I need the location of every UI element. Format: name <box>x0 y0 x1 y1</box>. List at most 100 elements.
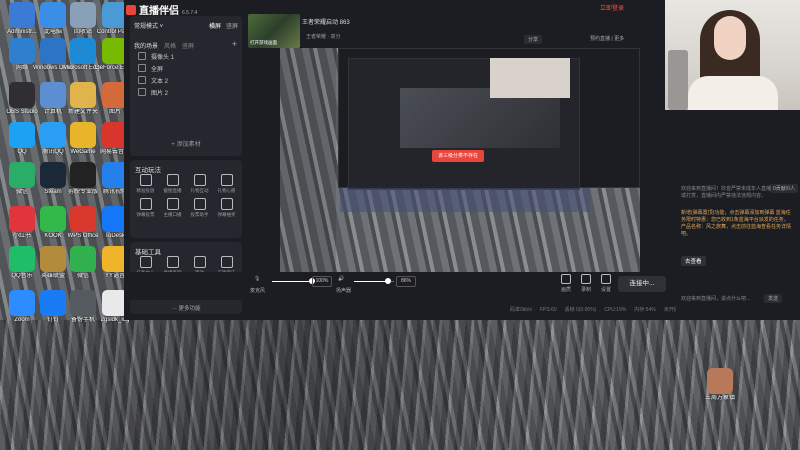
error-toast: 该三级分类不存在 <box>432 150 484 162</box>
tool-item[interactable]: 弹幕投票 <box>132 198 159 218</box>
tool-item[interactable]: 主播口播 <box>159 198 186 218</box>
left-panel: 常规模式 ˅ 横屏 竖屏 我的场景 风格 竖屏 + 摄像头 1 全屏 文本 2 图片 … <box>130 14 242 314</box>
tool-item[interactable]: 截图直播 <box>159 174 186 194</box>
tools-title: 基础工具 <box>135 249 161 256</box>
app-icon <box>9 82 35 108</box>
quality-icon <box>561 274 571 284</box>
speaker-value[interactable]: 86% <box>396 276 416 287</box>
mic-slider-fill <box>272 281 312 282</box>
mic-label: 麦克风 <box>250 288 266 294</box>
app-icon <box>70 206 96 232</box>
source-item[interactable]: 图片 2 <box>138 88 168 98</box>
speaker-slider-fill <box>354 281 389 282</box>
tool-icon <box>220 198 233 210</box>
login-button[interactable]: 立即登录 <box>600 3 624 12</box>
speaker-icon[interactable]: 🔊 <box>338 276 344 282</box>
settings-button[interactable]: 设置 <box>598 274 614 293</box>
tool-item[interactable]: 投票助手 <box>186 198 213 218</box>
tool-label: 主播口播 <box>163 212 182 217</box>
tab-my-scenes[interactable]: 我的场景 <box>134 44 158 50</box>
quality-button[interactable]: 画质 <box>558 274 574 293</box>
tool-icon <box>166 174 179 186</box>
mode-select[interactable]: 常规模式 ˅ <box>134 21 163 30</box>
tool-item[interactable]: 精准投放 <box>132 174 159 194</box>
nested-webcam <box>490 58 570 98</box>
share-button[interactable]: 分享 <box>524 35 543 44</box>
tool-label: 礼物互动 <box>190 188 209 193</box>
interaction-grid: 精准投放 截图直播 礼物互动 礼物心愿弹幕投票 主播口播 投票助手 弹幕抽奖 <box>132 174 240 218</box>
speaker-label: 扬声器 <box>336 288 352 294</box>
tool-label: 礼物心愿 <box>217 188 236 193</box>
tool-item[interactable]: 礼物心愿 <box>213 174 240 194</box>
scene-card: 常规模式 ˅ 横屏 竖屏 我的场景 风格 竖屏 + 摄像头 1 全屏 文本 2 图片 … <box>130 16 242 156</box>
tool-icon <box>193 256 206 268</box>
tool-icon <box>139 174 152 186</box>
mic-value[interactable]: 100% <box>312 276 332 287</box>
top-right-menu[interactable]: 预约直播 | 更多 <box>590 35 624 42</box>
tab-landscape[interactable]: 横屏 <box>209 24 221 30</box>
send-button[interactable]: 发送 <box>764 294 783 303</box>
tab-style[interactable]: 风格 <box>164 44 176 50</box>
tool-label: 截图直播 <box>163 188 182 193</box>
record-button[interactable]: 录制 <box>578 274 594 293</box>
app-icon <box>70 2 96 28</box>
app-icon <box>9 2 35 28</box>
source-item[interactable]: 文本 2 <box>138 76 168 86</box>
source-item[interactable]: 摄像头 1 <box>138 52 174 62</box>
tool-label: 投票助手 <box>190 212 209 217</box>
tool-icon <box>166 198 179 210</box>
mic-icon[interactable]: 🎙 <box>254 276 260 282</box>
tab-portrait[interactable]: 竖屏 <box>226 24 238 30</box>
tool-icon <box>220 174 233 186</box>
game-thumbnail[interactable]: 打开游戏画面 <box>248 14 300 48</box>
view-task-link[interactable]: 去查看 <box>681 256 706 266</box>
app-icon <box>70 82 96 108</box>
record-icon <box>581 274 591 284</box>
room-title: 王者荣耀启动 863 <box>302 20 350 26</box>
game-thumbnail-label: 打开游戏画面 <box>250 40 277 45</box>
stream-preview[interactable] <box>280 48 640 278</box>
tool-label: 精准投放 <box>136 188 155 193</box>
app-icon <box>707 368 733 394</box>
desktop-wallpaper-rock <box>0 320 800 450</box>
add-scene-icon[interactable]: + <box>232 39 237 49</box>
tool-icon <box>193 198 206 210</box>
app-icon <box>9 246 35 272</box>
scene-tabs: 我的场景 风格 竖屏 <box>134 41 200 50</box>
app-icon <box>70 38 96 64</box>
webcam-person-face <box>714 16 746 60</box>
tool-icon <box>193 174 206 186</box>
source-item[interactable]: 全屏 <box>138 64 163 74</box>
webcam-chair <box>668 50 688 110</box>
speaker-slider[interactable] <box>354 278 394 284</box>
tool-label: 弹幕投票 <box>136 212 155 217</box>
tool-icon <box>220 256 233 268</box>
desktop-icon-right[interactable]: 三周万象镇 <box>700 368 740 402</box>
interaction-title: 互动玩法 <box>135 167 161 174</box>
tool-item[interactable]: 礼物互动 <box>186 174 213 194</box>
chat-input[interactable]: 欢迎来到直播间，说点什么吧... <box>681 295 761 302</box>
app-icon <box>9 38 35 64</box>
app-icon <box>9 206 35 232</box>
image-icon <box>138 88 146 96</box>
tool-item[interactable]: 弹幕抽奖 <box>213 198 240 218</box>
tool-label: 弹幕抽奖 <box>217 212 236 217</box>
tool-icon <box>139 198 152 210</box>
tool-icon <box>166 256 179 268</box>
add-material-button[interactable]: + 添加素材 <box>130 139 242 148</box>
speaker-slider-knob[interactable] <box>385 278 392 284</box>
tool-icon <box>139 256 152 268</box>
app-icon <box>9 162 35 188</box>
app-icon <box>70 162 96 188</box>
camera-icon <box>138 52 146 60</box>
desktop-icon-label: 三周万象镇 <box>704 395 735 401</box>
screen-icon <box>138 64 146 72</box>
orientation-tabs: 横屏 竖屏 <box>204 21 238 30</box>
status-bar: 码率0kb/s FPS:60 丢帧 0(0.00%) CPU:19% 内存:54% 未开播 <box>510 307 679 313</box>
tab-vertical[interactable]: 竖屏 <box>182 44 194 50</box>
start-live-button[interactable]: 连接中... <box>618 276 666 292</box>
mic-slider[interactable] <box>272 278 315 284</box>
online-count-badge: 0贡献/0人 <box>770 184 798 193</box>
more-functions-button[interactable]: ··· 更多功能 <box>130 304 242 312</box>
app-icon <box>70 290 96 316</box>
